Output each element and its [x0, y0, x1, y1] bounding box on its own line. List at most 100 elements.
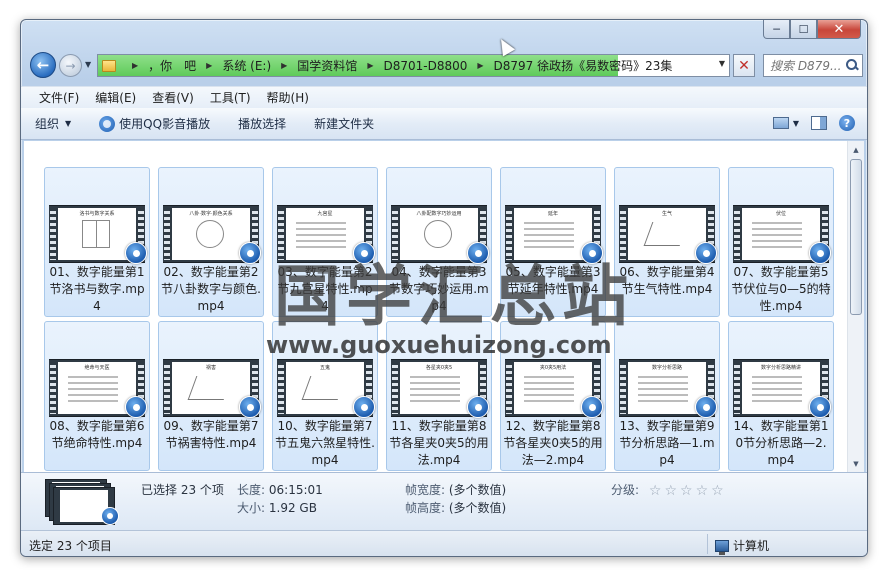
file-list[interactable]: 洛书与数字关系 01、数字能量第1节洛书与数字.mp4 八卦·数字·颜色关系 02、数… [24, 141, 864, 472]
breadcrumb-item-drive[interactable]: 系统 (E:) [222, 57, 271, 74]
menu-help[interactable]: 帮助(H) [259, 89, 317, 106]
search-input[interactable] [770, 58, 844, 73]
back-button[interactable]: ← [30, 52, 56, 78]
file-tile[interactable]: 伏位 07、数字能量第5节伏位与0—5的特性.mp4 [728, 167, 834, 317]
file-name: 07、数字能量第5节伏位与0—5的特性.mp4 [731, 265, 831, 313]
vertical-scrollbar[interactable]: ▲ ▼ [847, 141, 864, 472]
file-tile[interactable]: 数字分析思路 13、数字能量第9节分析思路—1.mp4 [614, 321, 720, 471]
preview-pane-icon[interactable] [811, 116, 827, 130]
chevron-right-icon[interactable]: ▶ [132, 61, 138, 70]
file-name: 10、数字能量第7节五鬼六煞星特性.mp4 [275, 419, 375, 467]
slide-title: 八卦·数字·颜色关系 [189, 211, 233, 217]
navigation-row: ← → ▼ ▶ ，你 吧 ▶ 系统 (E:) ▶ 国学资料馆 ▶ D8701-D… [29, 50, 863, 80]
frame-width-value: (多个数值) [448, 483, 507, 497]
slide-title: 生气 [661, 211, 672, 217]
search-box[interactable] [763, 54, 863, 77]
breadcrumb-item-current[interactable]: D8797 徐政扬《易数密码》23集 [494, 57, 673, 74]
menu-edit[interactable]: 编辑(E) [87, 89, 144, 106]
qq-player-icon [125, 242, 147, 264]
slide-title: 各星夹0夹5 [425, 365, 453, 371]
slide-diagram [187, 376, 233, 400]
file-tile[interactable]: 祸害 09、数字能量第7节祸害特性.mp4 [158, 321, 264, 471]
slide-title: 数字分析思路精讲 [760, 365, 801, 371]
address-bar[interactable]: ▶ ，你 吧 ▶ 系统 (E:) ▶ 国学资料馆 ▶ D8701-D8800 ▶… [97, 54, 730, 77]
length-label: 长度: [237, 483, 266, 497]
star-icon[interactable]: ☆ [649, 484, 662, 498]
qq-player-icon [239, 396, 261, 418]
breadcrumb-item-user[interactable]: ，你 吧 [148, 57, 196, 74]
organize-button[interactable]: 组织 ▼ [35, 115, 71, 132]
selected-count: 已选择 23 个项 [141, 483, 224, 497]
star-icon[interactable]: ☆ [664, 484, 677, 498]
chevron-right-icon[interactable]: ▶ [477, 61, 483, 70]
address-dropdown-icon[interactable]: ▼ [719, 59, 725, 68]
star-icon[interactable]: ☆ [680, 484, 693, 498]
chevron-right-icon[interactable]: ▶ [281, 61, 287, 70]
menu-file[interactable]: 文件(F) [31, 89, 87, 106]
stop-loading-button[interactable]: ✕ [733, 54, 755, 77]
close-button[interactable]: ✕ [817, 20, 861, 39]
forward-button[interactable]: → [59, 54, 82, 77]
recent-pages-button[interactable]: ▼ [85, 60, 91, 69]
file-name: 12、数字能量第8节各星夹0夹5的用法—2.mp4 [503, 419, 603, 467]
chevron-down-icon: ▼ [65, 119, 72, 128]
command-bar: 组织 ▼ 使用QQ影音播放 播放选择 新建文件夹 ▼ ? [21, 108, 867, 140]
file-name: 01、数字能量第1节洛书与数字.mp4 [49, 265, 145, 313]
window-caption-buttons: ─ ☐ ✕ [763, 20, 861, 40]
qq-player-icon [99, 115, 116, 132]
slide-text-lines [68, 376, 118, 406]
slide-text-lines [752, 376, 802, 406]
status-bar: 选定 23 个项目 计算机 [21, 530, 867, 556]
breadcrumb-item-library[interactable]: 国学资料馆 [297, 57, 357, 74]
file-name: 13、数字能量第9节分析思路—1.mp4 [619, 419, 715, 467]
rating-stars[interactable]: ☆ ☆ ☆ ☆ ☆ [649, 484, 724, 498]
chevron-right-icon[interactable]: ▶ [367, 61, 373, 70]
slide-title: 洛书与数字关系 [79, 211, 115, 217]
scroll-up-arrow[interactable]: ▲ [848, 141, 864, 158]
watermark-url: www.guoxuehuizong.com [266, 331, 612, 359]
computer-icon [715, 539, 729, 555]
file-tile[interactable]: 八卦·数字·颜色关系 02、数字能量第2节八卦数字与颜色.mp4 [158, 167, 264, 317]
slide-title: 九宫星 [317, 211, 333, 217]
help-icon[interactable]: ? [839, 115, 855, 131]
star-icon[interactable]: ☆ [711, 484, 724, 498]
details-pane: 已选择 23 个项 长度: 06:15:01 大小: 1.92 GB 帧宽度: … [21, 472, 867, 530]
slide-title: 八卦配数字巧妙运用 [416, 211, 462, 217]
back-arrow-icon: ← [36, 56, 50, 74]
breadcrumb: ▶ ，你 吧 ▶ 系统 (E:) ▶ 国学资料馆 ▶ D8701-D8800 ▶… [98, 55, 672, 76]
minimize-button[interactable]: ─ [763, 20, 790, 39]
maximize-button[interactable]: ☐ [790, 20, 817, 39]
play-selection-button[interactable]: 播放选择 [238, 115, 286, 132]
status-divider [707, 534, 708, 554]
rating-field: 分级: ☆ ☆ ☆ ☆ ☆ [611, 481, 724, 498]
star-icon[interactable]: ☆ [696, 484, 709, 498]
slide-diagram [643, 222, 689, 246]
file-tile[interactable]: 洛书与数字关系 01、数字能量第1节洛书与数字.mp4 [44, 167, 150, 317]
slide-text-lines [524, 376, 574, 406]
qq-player-icon [101, 507, 119, 525]
file-name: 14、数字能量第10节分析思路—2.mp4 [733, 419, 829, 467]
qq-player-icon [239, 242, 261, 264]
menu-view[interactable]: 查看(V) [144, 89, 202, 106]
slide-text-lines [410, 376, 460, 406]
qq-player-icon [809, 396, 831, 418]
chevron-down-icon[interactable]: ▼ [793, 119, 799, 128]
file-tile[interactable]: 绝命与天医 08、数字能量第6节绝命特性.mp4 [44, 321, 150, 471]
file-tile[interactable]: 数字分析思路精讲 14、数字能量第10节分析思路—2.mp4 [728, 321, 834, 471]
new-folder-button[interactable]: 新建文件夹 [314, 115, 374, 132]
scroll-thumb[interactable] [850, 159, 862, 315]
size-field: 大小: 1.92 GB [237, 499, 317, 516]
slide-diagram [82, 220, 110, 248]
chevron-right-icon[interactable]: ▶ [206, 61, 212, 70]
breadcrumb-item-range[interactable]: D8701-D8800 [383, 59, 467, 73]
menu-tools[interactable]: 工具(T) [202, 89, 259, 106]
explorer-window: ─ ☐ ✕ ← → ▼ ▶ ，你 吧 ▶ 系统 (E:) ▶ 国学资料馆 ▶ D… [20, 19, 868, 557]
change-view-icon[interactable] [772, 117, 789, 129]
play-with-qq-button[interactable]: 使用QQ影音播放 [99, 115, 210, 132]
slide-diagram [301, 376, 347, 400]
scroll-down-arrow[interactable]: ▼ [848, 455, 864, 472]
slide-title: 夹0夹5用法 [539, 365, 567, 371]
organize-label: 组织 [35, 117, 60, 131]
length-field: 长度: 06:15:01 [237, 481, 323, 498]
search-icon[interactable] [846, 59, 858, 71]
